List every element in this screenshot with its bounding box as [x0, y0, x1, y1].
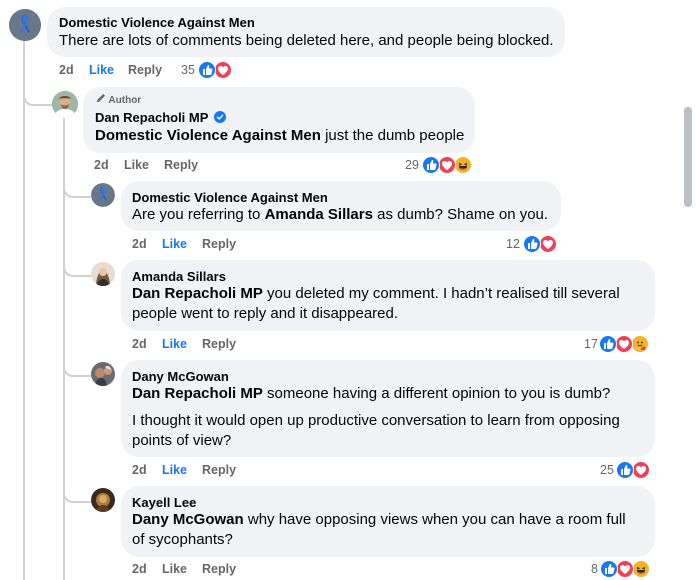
author-badge: Author: [95, 93, 141, 107]
reaction-summary[interactable]: 29: [405, 156, 475, 174]
comment-author[interactable]: Dan Repacholi MP: [95, 109, 226, 126]
like-button[interactable]: Like: [162, 462, 187, 478]
like-reaction-icon: [599, 335, 617, 353]
reaction-summary[interactable]: 12: [506, 235, 558, 253]
comment-text: Are you referring to Amanda Sillars as d…: [132, 205, 548, 225]
love-reaction-icon: [539, 235, 557, 253]
comment-text: Dan Repacholi MP you deleted my comment.…: [132, 284, 637, 324]
comment-author[interactable]: Domestic Violence Against Men: [59, 14, 255, 31]
reply-button[interactable]: Reply: [202, 462, 236, 478]
comment-bubble: Dany McGowan Dan Repacholi MP someone ha…: [121, 360, 655, 457]
love-reaction-icon: [632, 461, 650, 479]
like-button[interactable]: Like: [162, 561, 187, 577]
pencil-icon: [95, 93, 106, 104]
comment-bubble: Amanda Sillars Dan Repacholi MP you dele…: [121, 260, 655, 331]
love-reaction-icon: [615, 335, 633, 353]
like-button[interactable]: Like: [89, 62, 114, 78]
mention-link[interactable]: Domestic Violence Against Men: [95, 127, 321, 144]
comment-author[interactable]: Kayell Lee: [132, 494, 196, 511]
author-badge-label: Author: [108, 95, 142, 106]
comment-bubble: Domestic Violence Against Men There are …: [47, 7, 565, 57]
care-reaction-icon: [631, 335, 649, 353]
reply-button[interactable]: Reply: [202, 561, 236, 577]
comment-time[interactable]: 2d: [132, 561, 147, 577]
comment-time[interactable]: 2d: [132, 336, 147, 352]
comment-text-paragraph-2: I thought it would open up productive co…: [132, 412, 620, 449]
reaction-count: 35: [181, 63, 195, 77]
avatar[interactable]: [91, 362, 115, 386]
comment-time[interactable]: 2d: [132, 462, 147, 478]
avatar[interactable]: [52, 91, 78, 117]
comment-author-name[interactable]: Dan Repacholi MP: [95, 110, 208, 125]
thread-curve-1: [23, 84, 53, 106]
comment-text: Domestic Violence Against Men just the d…: [95, 126, 464, 146]
like-reaction-icon: [198, 61, 216, 79]
reaction-count: 12: [506, 237, 520, 251]
like-reaction-icon: [600, 560, 618, 578]
scrollbar-thumb[interactable]: [684, 107, 692, 207]
avatar[interactable]: [91, 488, 115, 512]
comment-bubble: Kayell Lee Dany McGowan why have opposin…: [121, 486, 655, 557]
mention-link[interactable]: Dan Repacholi MP: [132, 285, 263, 302]
avatar[interactable]: [91, 183, 115, 207]
comment-time[interactable]: 2d: [94, 157, 109, 173]
thread-curve-4: [63, 355, 91, 377]
comment-bubble: Domestic Violence Against Men Are you re…: [121, 181, 561, 231]
reply-button[interactable]: Reply: [164, 157, 198, 173]
reaction-summary[interactable]: 17: [584, 335, 654, 353]
thread-curve-3: [63, 255, 91, 277]
reply-button[interactable]: Reply: [202, 336, 236, 352]
comment-text: Dan Repacholi MP someone having a differ…: [132, 384, 642, 404]
comment-author[interactable]: Domestic Violence Against Men: [132, 189, 328, 206]
love-reaction-icon: [616, 560, 634, 578]
thread-curve-2: [63, 176, 91, 198]
reply-button[interactable]: Reply: [128, 62, 162, 78]
thread-curve-5: [63, 481, 91, 503]
reaction-count: 17: [584, 337, 598, 351]
mention-link[interactable]: Dan Repacholi MP: [132, 385, 263, 402]
like-reaction-icon: [616, 461, 634, 479]
comment-body-pre: Are you referring to: [132, 206, 265, 223]
mention-link[interactable]: Amanda Sillars: [265, 206, 373, 223]
comment-text: There are lots of comments being deleted…: [59, 32, 554, 49]
comment-time[interactable]: 2d: [132, 236, 147, 252]
reaction-summary[interactable]: 35: [181, 61, 233, 79]
reaction-count: 8: [591, 562, 598, 576]
like-button[interactable]: Like: [162, 236, 187, 252]
reaction-summary[interactable]: 25: [600, 461, 654, 479]
comment-author[interactable]: Dany McGowan: [132, 368, 229, 385]
reply-button[interactable]: Reply: [202, 236, 236, 252]
comment-body: as dumb? Shame on you.: [372, 206, 549, 223]
comment-bubble: Author Dan Repacholi MP Domestic Violenc…: [83, 87, 475, 153]
like-reaction-icon: [422, 156, 440, 174]
reaction-count: 25: [600, 463, 614, 477]
avatar[interactable]: [91, 262, 115, 286]
mention-link[interactable]: Dany McGowan: [132, 511, 244, 528]
love-reaction-icon: [214, 61, 232, 79]
like-button[interactable]: Like: [162, 336, 187, 352]
like-reaction-icon: [523, 235, 541, 253]
avatar[interactable]: [9, 9, 41, 41]
comment-body: just the dumb people: [320, 127, 465, 144]
comment-text: Dany McGowan why have opposing views whe…: [132, 510, 637, 550]
love-reaction-icon: [438, 156, 456, 174]
reaction-summary[interactable]: 8: [591, 560, 655, 578]
comment-author[interactable]: Amanda Sillars: [132, 268, 226, 285]
verified-badge-icon: [213, 110, 226, 123]
scrollbar-track[interactable]: [682, 0, 696, 580]
like-button[interactable]: Like: [124, 157, 149, 173]
thread-line-root: [23, 40, 25, 580]
haha-reaction-icon: [632, 560, 650, 578]
haha-reaction-icon: [454, 156, 472, 174]
comment-time[interactable]: 2d: [59, 62, 74, 78]
comment-body: someone having a different opinion to yo…: [262, 385, 611, 402]
reaction-count: 29: [405, 158, 419, 172]
